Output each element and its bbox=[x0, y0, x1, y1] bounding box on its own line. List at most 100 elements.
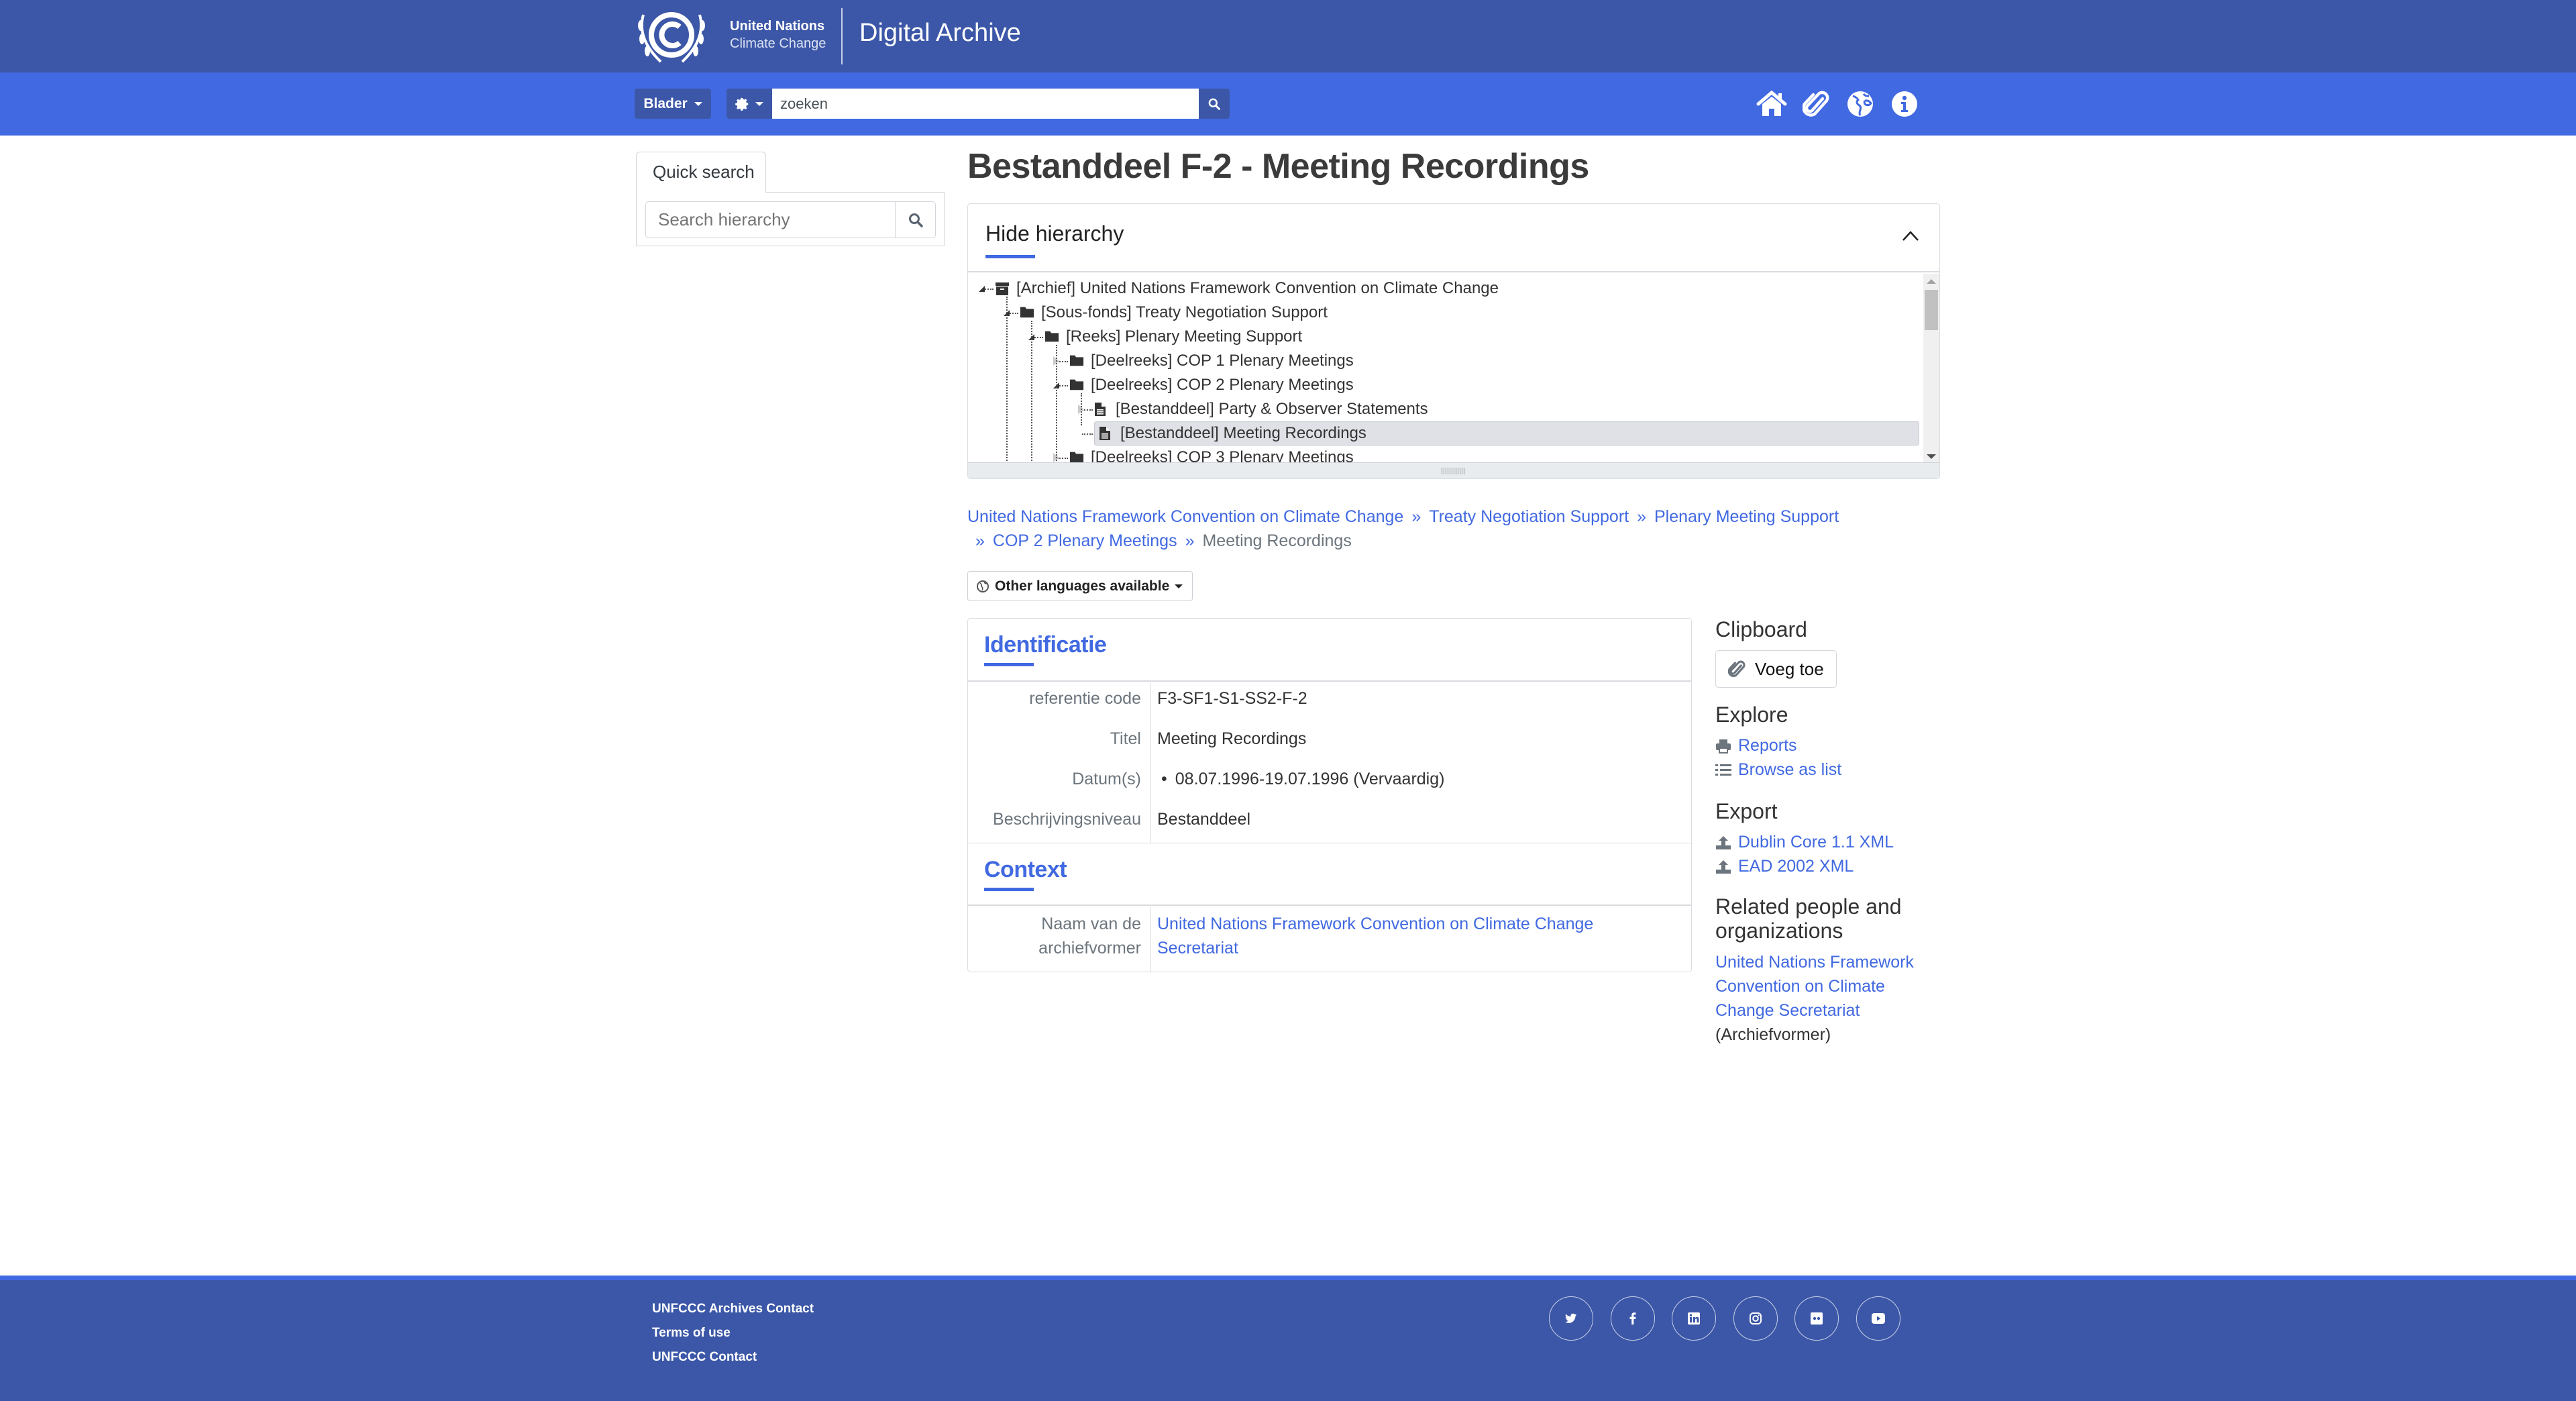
globe-icon bbox=[1847, 91, 1873, 117]
tree-node[interactable]: [Deelreeks] COP 2 Plenary Meetings bbox=[1069, 373, 1354, 397]
breadcrumb-separator: » bbox=[1411, 507, 1421, 526]
export-heading: Export bbox=[1715, 799, 1778, 823]
globe-icon bbox=[977, 580, 989, 592]
facebook-button[interactable] bbox=[1611, 1296, 1655, 1341]
title-underline bbox=[985, 255, 1035, 258]
link-line: Secretariat bbox=[1157, 939, 1238, 957]
scroll-down-arrow-icon[interactable] bbox=[1927, 454, 1936, 459]
field-label-creator: Naam van de archiefvormer bbox=[968, 912, 1141, 960]
paperclip-icon bbox=[1803, 91, 1829, 117]
chevron-up-icon[interactable] bbox=[1902, 229, 1919, 242]
tree-node[interactable]: [Bestanddeel] Party & Observer Statement… bbox=[1094, 397, 1428, 421]
search-icon bbox=[908, 213, 923, 227]
hierarchy-tree: [Archief] United Nations Framework Conve… bbox=[968, 274, 1925, 463]
explore-heading: Explore bbox=[1715, 703, 1788, 727]
linkedin-button[interactable] bbox=[1672, 1296, 1716, 1341]
related-heading: Related people and organizations bbox=[1715, 894, 1902, 943]
add-to-clipboard-button[interactable]: Voeg toe bbox=[1715, 650, 1837, 688]
tree-node[interactable]: [Bestanddeel] Meeting Recordings bbox=[1094, 421, 1919, 446]
global-search-input[interactable] bbox=[772, 89, 1199, 119]
instagram-icon bbox=[1750, 1312, 1762, 1325]
tree-node-label: [Bestanddeel] Party & Observer Statement… bbox=[1116, 400, 1428, 418]
search-hierarchy-button[interactable] bbox=[895, 201, 936, 238]
tree-node[interactable]: [Deelreeks] COP 1 Plenary Meetings bbox=[1069, 349, 1354, 373]
tree-node-label: [Deelreeks] COP 1 Plenary Meetings bbox=[1091, 352, 1354, 370]
global-search-button[interactable] bbox=[1199, 89, 1230, 119]
browse-dropdown-button[interactable]: Blader bbox=[635, 89, 711, 119]
expanded-toggle-icon[interactable] bbox=[979, 286, 985, 292]
scroll-up-arrow-icon[interactable] bbox=[1927, 279, 1936, 284]
search-options-button[interactable] bbox=[727, 89, 772, 119]
terms-of-use-link[interactable]: Terms of use bbox=[652, 1326, 731, 1341]
link-line: United Nations Framework bbox=[1715, 953, 1914, 972]
column-divider bbox=[1150, 683, 1151, 843]
browse-as-list-label: Browse as list bbox=[1738, 760, 1842, 779]
link-line: United Nations Framework Convention on C… bbox=[1157, 915, 1594, 933]
field-value-level: Bestanddeel bbox=[1157, 810, 1251, 829]
unfccc-logo-icon[interactable] bbox=[634, 5, 709, 67]
folder-icon bbox=[1069, 378, 1084, 393]
youtube-button[interactable] bbox=[1856, 1296, 1900, 1341]
info-button[interactable] bbox=[1889, 89, 1920, 119]
tree-node-label: [Deelreeks] COP 3 Plenary Meetings bbox=[1091, 448, 1354, 463]
file-icon bbox=[1099, 426, 1114, 441]
other-languages-label: Other languages available bbox=[995, 578, 1170, 594]
quick-search-tab[interactable]: Quick search bbox=[636, 152, 766, 193]
unfccc-contact-link[interactable]: UNFCCC Contact bbox=[652, 1350, 757, 1365]
identification-title[interactable]: Identificatie bbox=[984, 632, 1107, 658]
field-label-title: Titel bbox=[1110, 729, 1141, 748]
scroll-thumb[interactable] bbox=[1925, 290, 1938, 330]
other-languages-dropdown[interactable]: Other languages available bbox=[967, 571, 1193, 601]
tree-node[interactable]: [Reeks] Plenary Meeting Support bbox=[1044, 325, 1302, 349]
home-button[interactable] bbox=[1756, 89, 1787, 119]
label-line: Naam van de bbox=[1041, 915, 1141, 933]
breadcrumb: United Nations Framework Convention on C… bbox=[967, 505, 1947, 553]
field-label-level: Beschrijvingsniveau bbox=[993, 810, 1141, 829]
dublin-core-export-link[interactable]: Dublin Core 1.1 XML bbox=[1715, 833, 1894, 852]
breadcrumb-item[interactable]: COP 2 Plenary Meetings bbox=[993, 531, 1177, 550]
paperclip-icon bbox=[1728, 660, 1746, 678]
flickr-button[interactable] bbox=[1794, 1296, 1839, 1341]
title-underline bbox=[984, 663, 1034, 666]
twitter-button[interactable] bbox=[1549, 1296, 1593, 1341]
related-organization-link[interactable]: United Nations Framework Convention on Cl… bbox=[1715, 953, 1914, 1020]
browse-label: Blader bbox=[643, 95, 688, 111]
file-icon bbox=[1094, 402, 1109, 417]
tree-resize-handle[interactable] bbox=[968, 462, 1939, 478]
breadcrumb-separator: » bbox=[1637, 507, 1646, 526]
reports-label: Reports bbox=[1738, 736, 1797, 755]
caret-down-icon bbox=[694, 101, 702, 106]
breadcrumb-item[interactable]: Treaty Negotiation Support bbox=[1429, 507, 1629, 526]
field-label-reference-code: referentie code bbox=[1029, 689, 1141, 708]
tree-guide-line bbox=[1031, 321, 1032, 463]
caret-down-icon bbox=[1175, 584, 1183, 588]
clipboard-button[interactable] bbox=[1801, 89, 1831, 119]
language-button[interactable] bbox=[1845, 89, 1876, 119]
context-title[interactable]: Context bbox=[984, 857, 1067, 883]
tree-node[interactable]: [Deelreeks] COP 3 Plenary Meetings bbox=[1069, 446, 1354, 463]
breadcrumb-item[interactable]: United Nations Framework Convention on C… bbox=[967, 507, 1403, 526]
tree-node-label: [Archief] United Nations Framework Conve… bbox=[1016, 279, 1499, 297]
bullet-icon: • bbox=[1161, 770, 1167, 788]
hierarchy-card: Hide hierarchy [Archief] United Nations … bbox=[967, 203, 1940, 479]
brand-line-1: United Nations bbox=[730, 19, 825, 34]
reports-link[interactable]: Reports bbox=[1715, 736, 1797, 756]
instagram-button[interactable] bbox=[1733, 1296, 1778, 1341]
tree-node[interactable]: [Sous-fonds] Treaty Negotiation Support bbox=[1020, 301, 1328, 325]
gear-icon bbox=[735, 97, 749, 111]
breadcrumb-item[interactable]: Plenary Meeting Support bbox=[1654, 507, 1839, 526]
ead-export-link[interactable]: EAD 2002 XML bbox=[1715, 857, 1854, 876]
hide-hierarchy-toggle[interactable]: Hide hierarchy bbox=[985, 221, 1124, 246]
add-to-clipboard-label: Voeg toe bbox=[1755, 658, 1824, 679]
app-title[interactable]: Digital Archive bbox=[859, 19, 1021, 48]
browse-as-list-link[interactable]: Browse as list bbox=[1715, 760, 1841, 780]
facebook-icon bbox=[1629, 1312, 1636, 1325]
creator-link[interactable]: United Nations Framework Convention on C… bbox=[1157, 912, 1593, 960]
tree-vertical-scrollbar[interactable] bbox=[1923, 274, 1939, 463]
search-hierarchy-input[interactable] bbox=[645, 201, 896, 238]
hierarchy-header[interactable]: Hide hierarchy bbox=[968, 204, 1939, 272]
related-entity: United Nations Framework Convention on Cl… bbox=[1715, 950, 1943, 1047]
archives-contact-link[interactable]: UNFCCC Archives Contact bbox=[652, 1302, 814, 1316]
grip-icon bbox=[1442, 468, 1466, 474]
tree-node[interactable]: [Archief] United Nations Framework Conve… bbox=[995, 276, 1499, 301]
